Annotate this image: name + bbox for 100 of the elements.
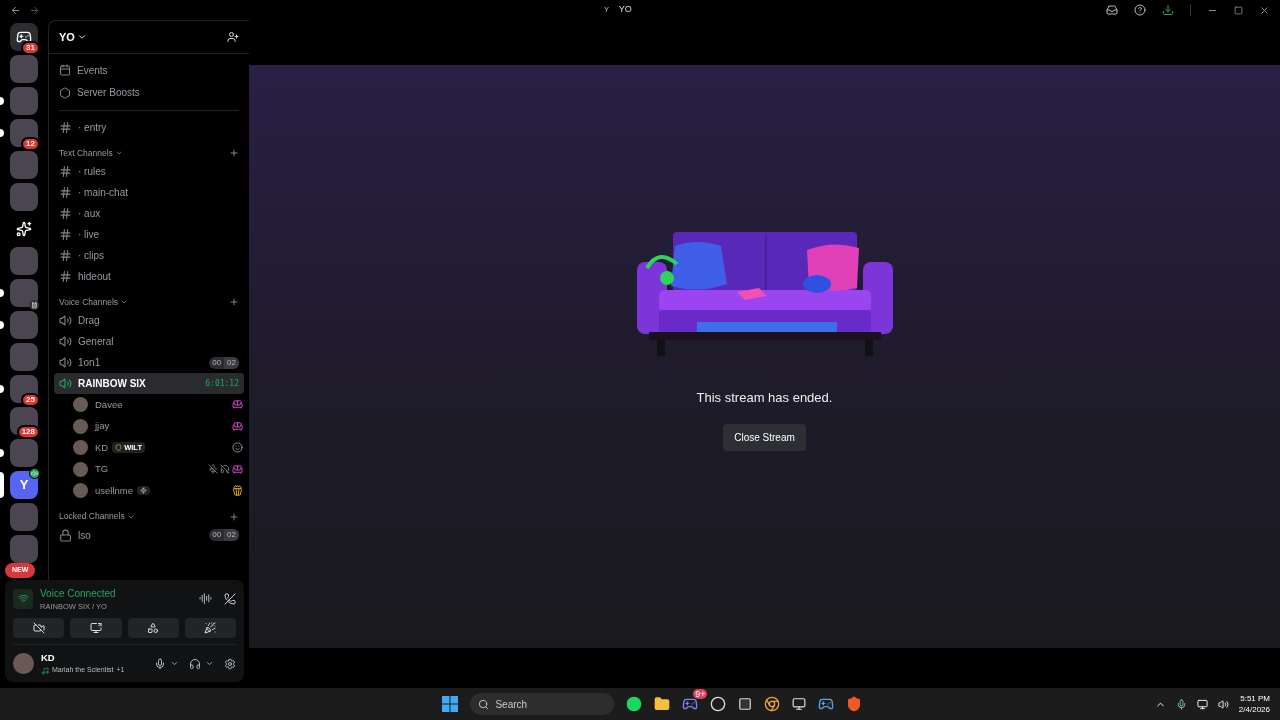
shapes-icon [147, 622, 160, 634]
shield-app-icon[interactable] [846, 696, 863, 712]
help-icon[interactable] [1134, 4, 1146, 16]
hash-icon [59, 228, 72, 241]
invite-icon[interactable] [227, 31, 239, 43]
channel-item[interactable]: · clips [54, 245, 244, 266]
microphone-icon[interactable] [1175, 698, 1187, 710]
user-name: KD [41, 651, 56, 666]
hash-icon [59, 121, 72, 134]
square-app-icon[interactable] [738, 697, 753, 711]
gamepad-icon[interactable] [818, 696, 835, 712]
volume-icon[interactable] [1217, 698, 1229, 710]
network-icon[interactable] [1196, 698, 1208, 710]
avatar [73, 418, 88, 434]
couch-icon [232, 399, 243, 411]
category-header[interactable]: Text Channels [59, 146, 113, 160]
channel-item[interactable]: hideout [54, 266, 244, 287]
user-name[interactable]: TG [95, 462, 109, 477]
channel-name: 1on1 [78, 356, 101, 370]
category-header[interactable]: Locked Channels [59, 510, 125, 523]
add-icon[interactable] [229, 148, 239, 158]
hexagon-icon [59, 86, 71, 99]
channel-name: lso [78, 528, 91, 543]
add-icon[interactable] [229, 297, 239, 307]
soundboard-button[interactable] [184, 618, 236, 638]
lightning-tag [137, 486, 151, 496]
microphone-icon[interactable] [154, 657, 166, 670]
timer: 6:01:12 [205, 377, 239, 390]
circle-app-icon[interactable] [710, 696, 727, 712]
sound-waves-icon[interactable] [199, 592, 212, 606]
channel-item[interactable]: · rules [54, 161, 244, 182]
clock[interactable]: 5:51 PM 2/4/2026 [1238, 693, 1270, 715]
disconnect-icon[interactable] [224, 592, 236, 605]
sparkles-icon[interactable] [16, 221, 32, 237]
channel-item[interactable]: · entry [54, 117, 244, 138]
menu-item[interactable]: Events [54, 59, 244, 82]
mention-count: 128 [16, 425, 40, 439]
voice-status[interactable]: Voice Connected [40, 585, 116, 601]
channel-item[interactable]: Drag [54, 310, 244, 331]
channel-name: Drag [78, 314, 100, 328]
chevron-down-icon[interactable] [114, 149, 123, 157]
mention-count: 25 [21, 393, 40, 407]
avatar [73, 397, 88, 413]
settings-icon[interactable] [224, 657, 236, 670]
server-name[interactable]: YO [59, 28, 75, 46]
user-counter: 00 02 [209, 356, 239, 369]
chevron-down-icon[interactable] [205, 659, 214, 668]
camera-off-button[interactable] [13, 618, 65, 638]
search-placeholder: Search [495, 697, 528, 712]
music-app-icon[interactable] [626, 696, 643, 712]
download-icon[interactable] [1162, 4, 1174, 16]
chevron-down-icon[interactable] [76, 32, 87, 42]
couch-icon [232, 420, 243, 432]
channel-name: · live [78, 228, 100, 242]
hash-icon [59, 207, 72, 220]
category-header[interactable]: Voice Channels [59, 295, 119, 309]
screen-share-button[interactable] [70, 618, 122, 638]
user-avatar[interactable] [13, 653, 34, 674]
headphones-icon[interactable] [189, 657, 201, 670]
channel-item[interactable]: · main-chat [54, 182, 244, 203]
channel-item[interactable]: lso 00 02 [54, 524, 244, 546]
maximize-icon[interactable] [1234, 5, 1243, 15]
channel-item[interactable]: RAINBOW SIX 6:01:12 [54, 373, 244, 394]
monitor-app-icon[interactable] [792, 697, 807, 711]
window-title: YO [618, 3, 632, 17]
channel-name: · clips [78, 249, 105, 263]
speaker-icon [59, 314, 72, 327]
server-icon[interactable]: Y [10, 471, 38, 499]
smiley-icon [232, 442, 243, 454]
user-name[interactable]: Davee [95, 397, 123, 412]
chat-app-icon[interactable] [682, 696, 699, 712]
avatar [73, 461, 88, 477]
controller-icon [16, 29, 32, 45]
user-name[interactable]: jjay [95, 419, 110, 434]
channel-name: RAINBOW SIX [78, 377, 146, 391]
music-note-icon [41, 666, 49, 675]
menu-item[interactable]: Server Boosts [54, 81, 244, 104]
add-icon[interactable] [229, 511, 239, 522]
user-name[interactable]: KD [95, 440, 109, 455]
chevron-down-icon[interactable] [120, 298, 129, 306]
user-name[interactable]: usellnme [95, 483, 134, 498]
search-field[interactable]: Search [470, 693, 615, 715]
close-stream-button[interactable]: Close Stream [723, 423, 806, 451]
channel-item[interactable]: 1on1 00 02 [54, 352, 244, 373]
server-photo-placeholder[interactable] [10, 119, 38, 147]
windows-logo-icon[interactable] [442, 696, 459, 712]
inbox-icon[interactable] [1106, 4, 1118, 16]
close-icon[interactable] [1259, 4, 1270, 16]
browser-icon[interactable] [764, 696, 781, 712]
avatar [73, 483, 88, 499]
server-photo-placeholder[interactable] [10, 375, 38, 403]
hash-icon [59, 270, 72, 283]
channel-item[interactable]: · aux [54, 203, 244, 224]
channel-item[interactable]: · live [54, 224, 244, 245]
back-icon[interactable] [10, 4, 21, 16]
chevron-down-icon[interactable] [170, 659, 179, 668]
speaker-icon [59, 377, 72, 390]
channel-item[interactable]: General [54, 331, 244, 352]
activities-button[interactable] [127, 618, 179, 638]
folder-icon[interactable] [654, 696, 671, 712]
